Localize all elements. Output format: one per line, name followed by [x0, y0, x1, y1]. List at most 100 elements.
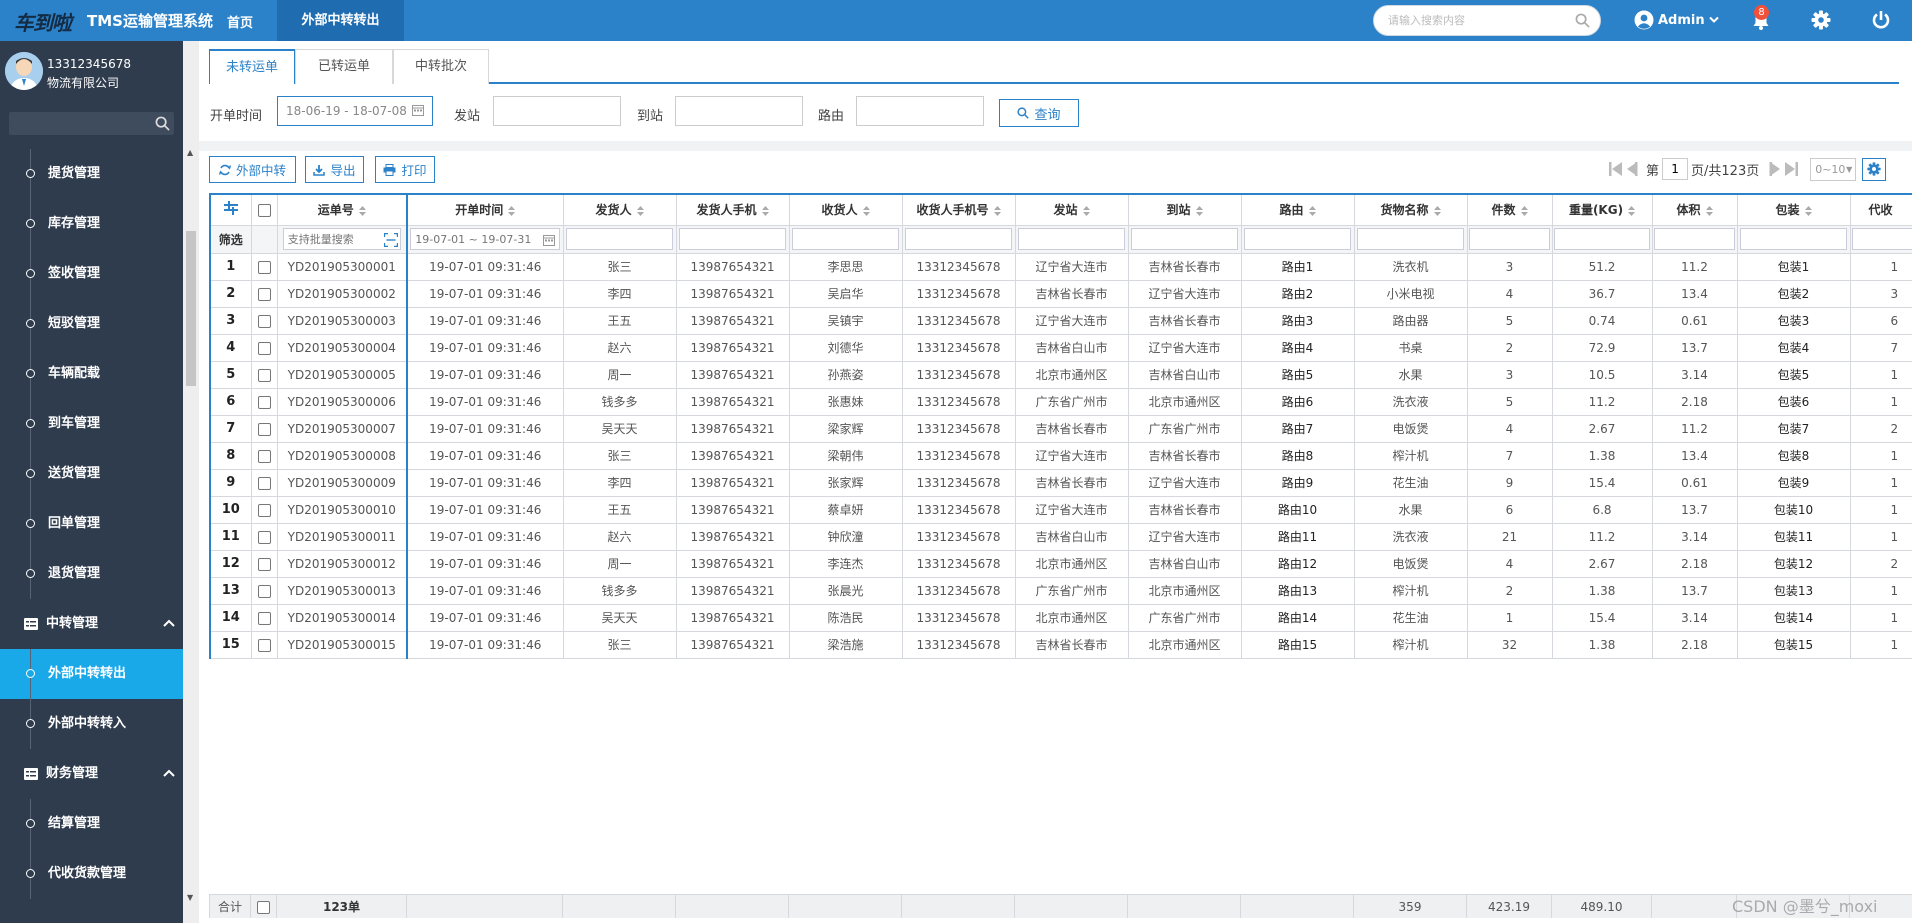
gear-icon[interactable]	[1811, 10, 1831, 30]
from-station-input[interactable]	[493, 96, 621, 126]
scroll-up-arrow[interactable]: ▲	[187, 148, 193, 157]
sidebar-scrollbar[interactable]: ▲ ▼	[183, 41, 199, 923]
date-filter-input[interactable]	[410, 228, 561, 250]
sidebar-item[interactable]: 提货管理	[0, 149, 183, 199]
row-select-cell[interactable]	[250, 495, 278, 524]
row-checkbox[interactable]	[257, 422, 271, 436]
row-checkbox[interactable]	[257, 611, 271, 625]
table-row[interactable]: 12 YD201905300012 19-07-01 09:31:46 周一 13987…	[209, 549, 1912, 578]
row-select-cell[interactable]	[250, 549, 278, 578]
row-checkbox[interactable]	[257, 287, 271, 301]
sidebar-item[interactable]: 送货管理	[0, 449, 183, 499]
row-checkbox[interactable]	[257, 260, 271, 274]
row-select-cell[interactable]	[250, 576, 278, 605]
column-filter-input[interactable]	[1554, 228, 1650, 250]
column-header[interactable]: 开单时间	[406, 193, 564, 226]
last-page-icon[interactable]	[1784, 161, 1799, 177]
scan-icon[interactable]	[384, 232, 398, 247]
row-checkbox[interactable]	[257, 584, 271, 598]
nav-tab-active[interactable]: 外部中转转出	[277, 0, 404, 41]
column-filter-input[interactable]	[1469, 228, 1550, 250]
sidebar-item[interactable]: 库存管理	[0, 199, 183, 249]
scroll-down-arrow[interactable]: ▼	[187, 893, 193, 902]
table-row[interactable]: 11 YD201905300011 19-07-01 09:31:46 赵六 13987…	[209, 522, 1912, 551]
row-checkbox[interactable]	[257, 368, 271, 382]
search-icon[interactable]	[1575, 13, 1590, 28]
sidebar-item[interactable]: 到车管理	[0, 399, 183, 449]
column-header[interactable]: 体积	[1651, 193, 1738, 226]
column-header[interactable]: 件数	[1466, 193, 1553, 226]
column-filter-input[interactable]	[1852, 228, 1912, 250]
table-row[interactable]: 4 YD201905300004 19-07-01 09:31:46 赵六 139876…	[209, 333, 1912, 362]
row-select-cell[interactable]	[250, 603, 278, 632]
print-button[interactable]: 打印	[375, 156, 435, 183]
row-checkbox[interactable]	[257, 638, 271, 652]
sidebar-item[interactable]: 外部中转转出	[0, 649, 183, 699]
power-icon[interactable]	[1871, 10, 1891, 30]
sidebar-item[interactable]: 结算管理	[0, 799, 183, 849]
column-filter-input[interactable]	[565, 228, 674, 250]
tab-transferred[interactable]: 已转运单	[295, 49, 393, 84]
sidebar-item[interactable]: 退货管理	[0, 549, 183, 599]
sidebar-item[interactable]: 车辆配载	[0, 349, 183, 399]
route-input[interactable]	[856, 96, 984, 126]
row-select-cell[interactable]	[250, 360, 278, 389]
row-checkbox[interactable]	[257, 395, 271, 409]
row-select-cell[interactable]	[250, 387, 278, 416]
row-select-cell[interactable]	[250, 630, 278, 659]
column-filter-input[interactable]	[1654, 228, 1735, 250]
column-filter-input[interactable]	[791, 228, 900, 250]
calendar-icon[interactable]	[412, 104, 424, 116]
row-select-cell[interactable]	[250, 441, 278, 470]
scroll-thumb[interactable]	[186, 231, 196, 386]
sidebar-search-input[interactable]	[9, 112, 149, 135]
row-select-cell[interactable]	[250, 252, 278, 281]
row-checkbox[interactable]	[257, 503, 271, 517]
row-select-cell[interactable]	[250, 279, 278, 308]
export-button[interactable]: 导出	[305, 156, 364, 183]
column-header[interactable]: 收货人手机号	[901, 193, 1016, 226]
sidebar-item[interactable]: 回单管理	[0, 499, 183, 549]
user-menu[interactable]: Admin	[1634, 9, 1719, 31]
row-checkbox[interactable]	[257, 449, 271, 463]
column-header[interactable]: 发站	[1014, 193, 1129, 226]
row-checkbox[interactable]	[257, 530, 271, 544]
column-filter-input[interactable]	[904, 228, 1013, 250]
row-select-cell[interactable]	[250, 306, 278, 335]
nav-home[interactable]: 首页	[227, 12, 253, 31]
select-all-header[interactable]	[250, 193, 278, 226]
table-row[interactable]: 13 YD201905300013 19-07-01 09:31:46 钱多多 1398…	[209, 576, 1912, 605]
column-header[interactable]: 货物名称	[1353, 193, 1468, 226]
prev-page-icon[interactable]	[1626, 161, 1638, 177]
column-header[interactable]: 包装	[1736, 193, 1851, 226]
date-range-input[interactable]	[277, 96, 433, 126]
row-checkbox[interactable]	[257, 476, 271, 490]
sidebar-group[interactable]: 财务管理	[0, 749, 183, 799]
logo[interactable]: 车到啦	[14, 7, 72, 36]
totals-checkbox[interactable]	[257, 900, 270, 914]
column-header[interactable]: 运单号	[276, 193, 408, 226]
sidebar-item[interactable]: 代收货款管理	[0, 849, 183, 899]
column-filter-input[interactable]	[1356, 228, 1465, 250]
column-filter-input[interactable]	[1130, 228, 1239, 250]
table-row[interactable]: 9 YD201905300009 19-07-01 09:31:46 李四 139876…	[209, 468, 1912, 497]
column-filter-input[interactable]	[1017, 228, 1126, 250]
row-select-cell[interactable]	[250, 414, 278, 443]
row-checkbox[interactable]	[257, 314, 271, 328]
column-picker[interactable]	[209, 193, 252, 226]
page-number-input[interactable]	[1662, 158, 1689, 180]
table-row[interactable]: 2 YD201905300002 19-07-01 09:31:46 李四 139876…	[209, 279, 1912, 308]
sidebar-item[interactable]: 外部中转转入	[0, 699, 183, 749]
column-header[interactable]: 发货人	[562, 193, 677, 226]
row-select-cell[interactable]	[250, 468, 278, 497]
row-select-cell[interactable]	[250, 522, 278, 551]
table-row[interactable]: 15 YD201905300015 19-07-01 09:31:46 张三 13987…	[209, 630, 1912, 659]
global-search-input[interactable]	[1374, 6, 1564, 35]
to-station-input[interactable]	[675, 96, 803, 126]
column-filter-input[interactable]	[1739, 228, 1848, 250]
tab-transfer-batches[interactable]: 中转批次	[393, 49, 489, 84]
column-filter-input[interactable]	[678, 228, 787, 250]
column-settings-button[interactable]	[1862, 157, 1887, 181]
column-header[interactable]: 重量(KG)	[1551, 193, 1653, 226]
row-checkbox[interactable]	[257, 341, 271, 355]
